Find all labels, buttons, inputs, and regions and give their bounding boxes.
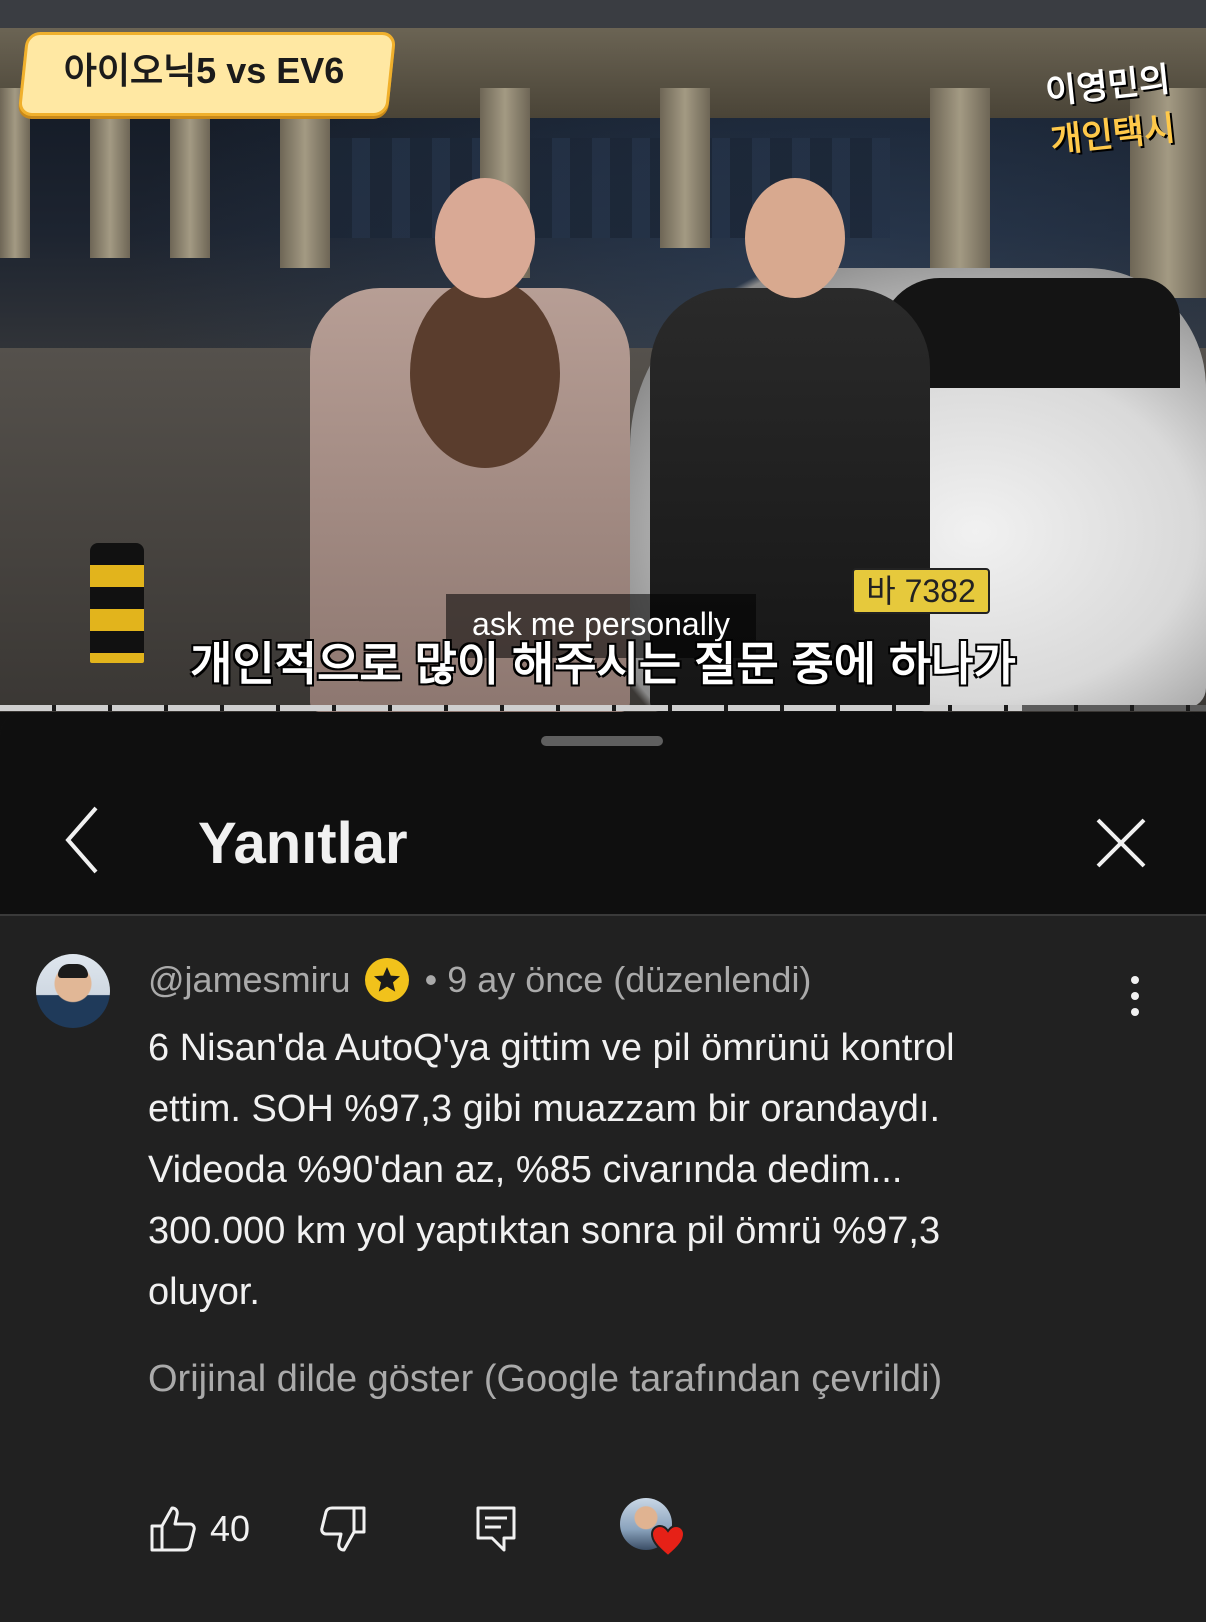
chevron-left-icon bbox=[65, 806, 98, 874]
thumbs-up-icon bbox=[150, 1506, 196, 1552]
back-button[interactable] bbox=[56, 800, 116, 880]
status-bar bbox=[0, 0, 1206, 28]
like-count: 40 bbox=[210, 1508, 251, 1549]
chapter-progress-remaining bbox=[1022, 705, 1206, 711]
like-button[interactable] bbox=[148, 1504, 196, 1554]
more-vertical-icon bbox=[1131, 976, 1139, 1016]
creator-heart bbox=[620, 1498, 690, 1562]
license-plate: 바 7382 bbox=[852, 568, 990, 614]
comment-meta: @jamesmiru • 9 ay önce (düzenlendi) bbox=[148, 956, 811, 1004]
show-original-link[interactable]: Orijinal dilde göster (Google tarafından… bbox=[148, 1358, 942, 1401]
video-player[interactable]: 바 7382 아이오닉5 vs EV6 이영민의 개인택시 ask me per… bbox=[0, 0, 1206, 712]
dislike-button[interactable] bbox=[320, 1504, 368, 1554]
meta-separator: • bbox=[424, 959, 438, 1000]
replies-panel: Yanıtlar @jamesmiru • 9 ay önce (düzenle… bbox=[0, 712, 1206, 1622]
channel-logo: 이영민의 개인택시 bbox=[1015, 49, 1204, 165]
comment-author[interactable]: @jamesmiru bbox=[148, 959, 351, 1001]
comment-menu-button[interactable] bbox=[1120, 974, 1150, 1018]
close-icon bbox=[1096, 818, 1146, 868]
star-icon bbox=[364, 958, 409, 1002]
comment-text: 6 Nisan'da AutoQ'ya gittim ve pil ömrünü… bbox=[148, 1027, 955, 1313]
caption-korean: 개인적으로 많이 해주시는 질문 중에 하나가 bbox=[190, 638, 1016, 690]
bridge-pillar bbox=[930, 88, 990, 278]
reply-button[interactable] bbox=[474, 1504, 518, 1556]
panel-header: Yanıtlar bbox=[0, 712, 1206, 916]
heart-icon bbox=[650, 1524, 686, 1558]
thumbs-down-icon bbox=[320, 1506, 366, 1552]
reply-comment-icon bbox=[476, 1506, 516, 1552]
close-button[interactable] bbox=[1086, 808, 1156, 878]
title-badge-text: 아이오닉5 vs EV6 bbox=[63, 50, 345, 91]
commenter-avatar[interactable] bbox=[36, 954, 110, 1028]
panel-title: Yanıtlar bbox=[198, 811, 408, 876]
drag-handle[interactable] bbox=[541, 736, 663, 746]
comment-time: 9 ay önce (düzenlendi) bbox=[447, 959, 812, 1000]
